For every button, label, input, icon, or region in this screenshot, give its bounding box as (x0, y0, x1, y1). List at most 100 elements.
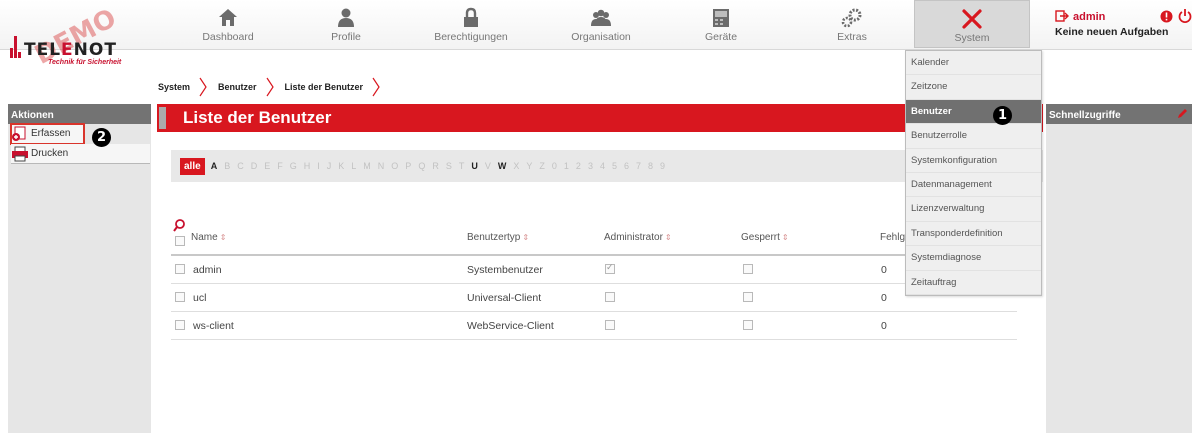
table-row[interactable]: admin Systembenutzer 0 (171, 256, 1017, 284)
power-icon[interactable] (1178, 8, 1192, 24)
filter-letter[interactable]: W (498, 161, 507, 171)
nav-extras[interactable]: Extras (824, 0, 880, 48)
filter-letter[interactable]: C (237, 161, 244, 171)
filter-letter[interactable]: 3 (588, 161, 593, 171)
menu-item-zeitzone[interactable]: Zeitzone (906, 75, 1041, 100)
row-select-checkbox[interactable] (175, 292, 185, 302)
filter-letter[interactable]: Q (418, 161, 425, 171)
cell-benutzertyp: WebService-Client (467, 320, 554, 332)
filter-letter[interactable]: S (446, 161, 452, 171)
column-header-administrator[interactable]: Administrator ⇕ (604, 232, 672, 243)
column-header-name[interactable]: Name ⇕ (191, 232, 226, 243)
filter-letter[interactable]: V (485, 161, 491, 171)
filter-letter[interactable]: K (338, 161, 344, 171)
nav-geraete[interactable]: Geräte (695, 0, 747, 48)
gears-icon (841, 8, 862, 28)
column-header-benutzertyp[interactable]: Benutzertyp ⇕ (467, 232, 529, 243)
annotation-marker-1: 1 (993, 106, 1012, 125)
menu-item-kalender[interactable]: Kalender (906, 51, 1041, 76)
filter-letter[interactable]: T (459, 161, 465, 171)
menu-item-benutzer[interactable]: Benutzer (906, 99, 1041, 125)
column-header-gesperrt[interactable]: Gesperrt ⇕ (741, 232, 789, 243)
filter-letter[interactable]: 0 (552, 161, 557, 171)
menu-item-benutzerrolle[interactable]: Benutzerrolle (906, 124, 1041, 149)
table-header: Name ⇕ Benutzertyp ⇕ Administrator ⇕ Gesper… (171, 216, 1017, 256)
menu-item-systemkonfiguration[interactable]: Systemkonfiguration (906, 149, 1041, 173)
filter-letter[interactable]: O (391, 161, 398, 171)
filter-letter[interactable]: 1 (564, 161, 569, 171)
nav-berechtigungen[interactable]: Berechtigungen (426, 0, 516, 48)
filter-letter[interactable]: N (378, 161, 385, 171)
filter-letter[interactable]: R (432, 161, 439, 171)
quick-access-sidebar: Schnellzugriffe (1046, 104, 1192, 433)
nav-organisation[interactable]: Organisation (565, 0, 637, 48)
sidebar-header: Aktionen (8, 104, 151, 124)
filter-letter[interactable]: D (251, 161, 258, 171)
tasks-status: Keine neuen Aufgaben (1055, 26, 1169, 38)
cell-fehlgeschlagen: 0 (881, 264, 887, 276)
cell-benutzertyp: Universal-Client (467, 292, 542, 304)
filter-letter[interactable]: P (405, 161, 411, 171)
filter-letter[interactable]: G (290, 161, 297, 171)
cell-gesperrt-checkbox (743, 264, 753, 274)
menu-item-lizenzverwaltung[interactable]: Lizenzverwaltung (906, 197, 1041, 222)
filter-letter[interactable]: L (351, 161, 356, 171)
nav-profile[interactable]: Profile (318, 0, 374, 48)
printer-icon (12, 146, 28, 162)
chevron-right-icon (199, 77, 207, 97)
filter-letter[interactable]: 5 (612, 161, 617, 171)
chevron-right-icon (266, 77, 274, 97)
table-row[interactable]: ucl Universal-Client 0 (171, 284, 1017, 312)
filter-letter[interactable]: 7 (636, 161, 641, 171)
filter-letter[interactable]: E (264, 161, 270, 171)
filter-letter[interactable]: A (211, 161, 218, 171)
filter-letter[interactable]: I (317, 161, 320, 171)
page-title: Liste der Benutzer (183, 108, 332, 127)
table-row[interactable]: ws-client WebService-Client 0 (171, 312, 1017, 340)
menu-item-systemdiagnose[interactable]: Systemdiagnose (906, 246, 1041, 271)
row-select-checkbox[interactable] (175, 264, 185, 274)
annotation-marker-2: 2 (92, 128, 111, 147)
home-icon (219, 9, 237, 26)
select-all-checkbox[interactable] (175, 236, 185, 246)
filter-letter[interactable]: 2 (576, 161, 581, 171)
row-select-checkbox[interactable] (175, 320, 185, 330)
nav-dashboard[interactable]: Dashboard (194, 0, 262, 48)
sidebar-item-erfassen[interactable]: Erfassen (10, 123, 85, 145)
filter-letter[interactable]: F (277, 161, 283, 171)
menu-item-datenmanagement[interactable]: Datenmanagement (906, 173, 1041, 198)
sidebar-item-drucken[interactable]: Drucken (11, 144, 150, 164)
cell-name: ws-client (193, 320, 234, 332)
filter-letter[interactable]: 6 (624, 161, 629, 171)
breadcrumb-system[interactable]: System (158, 82, 198, 92)
search-icon[interactable] (173, 219, 185, 233)
filter-letter[interactable]: J (327, 161, 332, 171)
filter-letter[interactable]: H (304, 161, 311, 171)
filter-letter[interactable]: U (471, 161, 478, 171)
cell-name: admin (193, 264, 222, 276)
sidebar-item-label: Erfassen (31, 128, 71, 139)
menu-item-zeitauftrag[interactable]: Zeitauftrag (906, 271, 1041, 295)
telenot-logo[interactable]: DEMO TELENOT Technik für Sicherheit (10, 3, 150, 88)
pencil-icon[interactable] (1176, 108, 1188, 120)
filter-letter[interactable]: Z (539, 161, 545, 171)
filter-letter[interactable]: M (363, 161, 371, 171)
filter-letter[interactable]: 4 (600, 161, 605, 171)
filter-letter[interactable]: 8 (648, 161, 653, 171)
tools-icon (962, 9, 982, 29)
filter-letter[interactable]: 9 (660, 161, 665, 171)
nav-system[interactable]: System (914, 0, 1030, 48)
breadcrumb-liste[interactable]: Liste der Benutzer (285, 82, 372, 92)
filter-letter[interactable]: X (513, 161, 519, 171)
filter-all-button[interactable]: alle (180, 157, 205, 175)
user-name-link[interactable]: admin (1055, 10, 1168, 23)
filter-letter[interactable]: Y (526, 161, 532, 171)
filter-letter[interactable]: B (224, 161, 230, 171)
breadcrumb-benutzer[interactable]: Benutzer (218, 82, 265, 92)
cell-gesperrt-checkbox (743, 292, 753, 302)
logo-bars-icon (10, 36, 22, 58)
menu-item-transponderdefinition[interactable]: Transponderdefinition (906, 222, 1041, 247)
info-icon[interactable] (1160, 10, 1173, 23)
sidebar-item-label: Drucken (31, 148, 69, 159)
cell-fehlgeschlagen: 0 (881, 320, 887, 332)
